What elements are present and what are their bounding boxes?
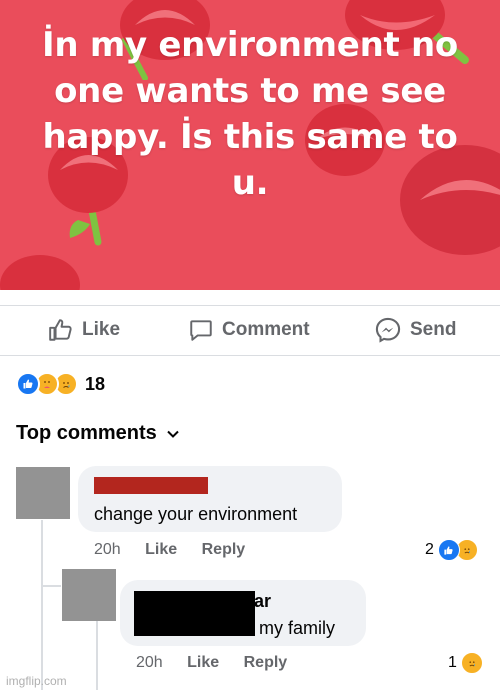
comment-text: r my family [248,618,335,638]
comment-icon [190,320,212,341]
chevron-down-icon [167,430,179,438]
like-icon [437,539,460,561]
comment-label: Comment [222,319,310,340]
watermark: imgflip.com [6,674,67,688]
top-comments-filter[interactable]: Top comments [16,422,179,445]
comment-reply-link[interactable]: Reply [202,541,246,558]
thread-line [43,585,61,587]
messenger-icon [375,317,401,343]
comment-text: change your environment [94,504,298,524]
post-text-line: one wants to me see [54,71,446,111]
reactions-summary[interactable]: 18 [16,372,105,396]
comment-like-link[interactable]: Like [187,654,219,671]
post-text: İn my environment no one wants to me see… [20,22,480,206]
comment-time: 20h [94,541,121,558]
thread-line [41,520,43,690]
comment-reactions[interactable]: 2 [425,539,478,561]
redacted-block [134,591,255,636]
reaction-count: 18 [85,373,106,394]
top-comments-label: Top comments [16,422,157,444]
comment-reaction-count: 1 [448,654,457,671]
redacted-name [94,477,208,494]
comment-bubble: change your environment [78,466,342,532]
post-image[interactable]: İn my environment no one wants to me see… [0,0,500,290]
comment-like-link[interactable]: Like [145,541,177,558]
comment-reply-link[interactable]: Reply [244,654,288,671]
comment-time: 20h [136,654,163,671]
avatar[interactable] [62,569,116,621]
comment-meta: 20h Like Reply [94,541,265,559]
divider [0,355,500,356]
thumbs-up-icon [49,319,72,341]
comment-reactions[interactable]: 1 [448,652,483,674]
like-label: Like [82,319,121,340]
avatar[interactable] [16,467,70,519]
comment-meta: 20h Like Reply [136,654,307,672]
thread-line [96,620,98,690]
comment-author-fragment: ar [254,591,272,611]
post-text-line: happy. İs this same to [42,117,458,157]
post-text-line: İn my environment no [42,25,458,65]
send-label: Send [410,319,457,340]
comment-button[interactable]: Comment [188,315,310,345]
post-text-line: u. [231,163,269,203]
comment-reaction-count: 2 [425,541,434,558]
sad-icon [460,652,483,674]
like-icon [16,372,40,396]
rose-decoration [0,255,80,290]
comment-bubble: ar r my family [120,580,366,646]
like-button[interactable]: Like [48,315,120,345]
send-button[interactable]: Send [374,315,456,345]
action-bar: Like Comment Send [0,305,500,355]
